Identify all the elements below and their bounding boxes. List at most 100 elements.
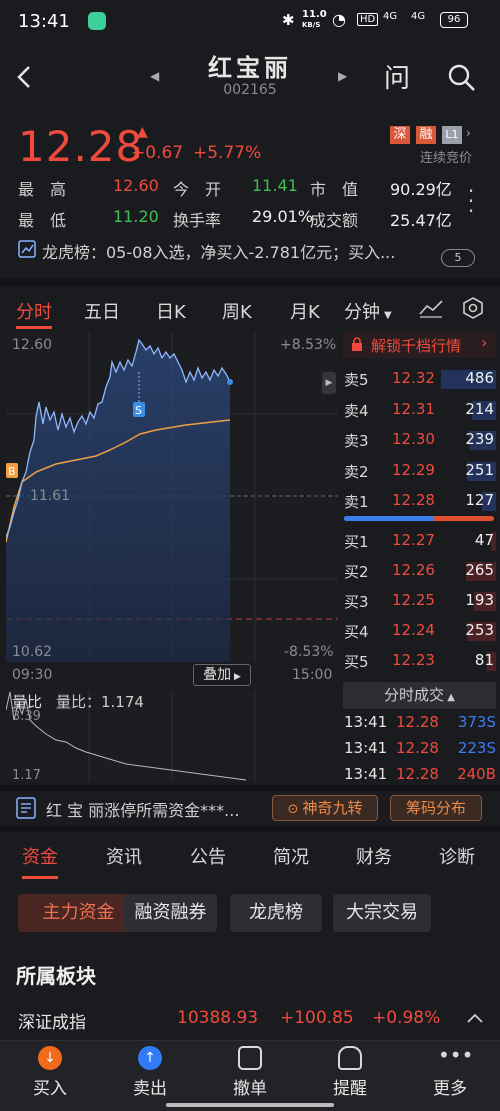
order-level-label: 卖2 — [344, 462, 369, 481]
chart-start-time: 09:30 — [12, 667, 53, 683]
bid-row[interactable]: 买2 12.26 265 — [344, 556, 496, 586]
battery-icon: 96 — [440, 12, 468, 28]
unlock-banner[interactable]: 解锁千档行情 › — [343, 332, 496, 358]
nav-cancel-order[interactable]: 撤单 — [200, 1046, 300, 1099]
nav-more[interactable]: ••• 更多 — [400, 1045, 500, 1099]
nav-label: 买入 — [33, 1079, 67, 1099]
trend-chart-icon — [18, 240, 36, 258]
order-volume: 214 — [465, 399, 494, 418]
market-badge: 深 — [390, 126, 410, 144]
stock-name: 红宝丽 — [208, 54, 292, 82]
more-vertical-icon[interactable]: · · · — [466, 181, 476, 221]
ask-row[interactable]: 卖5 12.32 486 — [344, 364, 496, 394]
info-tab[interactable]: 财务 — [356, 843, 392, 869]
bid-row[interactable]: 买4 12.24 253 — [344, 616, 496, 646]
nav-label: 撤单 — [233, 1079, 267, 1099]
info-tab[interactable]: 简况 — [273, 843, 309, 869]
chevron-right-icon[interactable]: › — [466, 126, 471, 140]
magic-nine-button[interactable]: ⊙ 神奇九转 — [272, 795, 378, 821]
bid-row[interactable]: 买5 12.23 81 — [344, 646, 496, 676]
draw-line-icon[interactable] — [418, 298, 444, 318]
nav-buy[interactable]: ↓ 买入 — [0, 1046, 100, 1099]
divider — [0, 826, 500, 832]
order-level-label: 卖4 — [344, 401, 369, 420]
trade-price: 12.28 — [396, 765, 439, 783]
order-volume: 127 — [465, 491, 494, 509]
sector-row[interactable]: 深证成指 10388.93 +100.85 +0.98% — [0, 998, 500, 1042]
nav-label: 提醒 — [333, 1079, 367, 1099]
level-badge: L1 — [442, 126, 462, 144]
back-icon[interactable] — [14, 64, 34, 90]
stat-value: 90.29亿 — [390, 180, 452, 199]
next-stock-icon[interactable]: ▶ — [338, 69, 347, 83]
stat-label: 市 值 — [310, 180, 359, 199]
search-icon[interactable] — [448, 64, 476, 92]
ask-row[interactable]: 卖4 12.31 214 — [344, 395, 496, 425]
info-tab[interactable]: 公告 — [190, 843, 226, 869]
info-tab[interactable]: 资讯 — [106, 843, 142, 869]
trade-price: 12.28 — [396, 713, 439, 731]
ask-row[interactable]: 卖3 12.30 239 — [344, 425, 496, 455]
chart-top-pct: +8.53% — [280, 337, 337, 353]
buy-icon: ↓ — [38, 1046, 62, 1070]
nav-label: 卖出 — [133, 1079, 167, 1099]
settings-hex-icon[interactable] — [461, 296, 485, 320]
tab-intraday[interactable]: 分时 — [16, 298, 52, 324]
lhb-summary[interactable]: 龙虎榜：05-08入选，净买入-2.781亿元；买入... — [42, 239, 422, 263]
prev-stock-icon[interactable]: ◀ — [150, 69, 159, 83]
document-icon — [16, 797, 36, 819]
order-level-label: 买3 — [344, 593, 369, 611]
order-level-label: 买5 — [344, 653, 369, 671]
dropdown-icon: ▼ — [384, 310, 392, 321]
volume-ratio-bottom: 1.17 — [12, 768, 41, 783]
tab-five-day[interactable]: 五日 — [84, 298, 120, 324]
chip-distribution-button[interactable]: 筹码分布 — [390, 795, 482, 821]
ask-button[interactable]: 问 — [384, 58, 410, 95]
info-tab[interactable]: 诊断 — [439, 843, 475, 869]
ask-row[interactable]: 卖2 12.29 251 — [344, 456, 496, 486]
order-level-label: 卖5 — [344, 371, 369, 389]
expand-right-icon[interactable]: ▶ — [322, 372, 336, 394]
sell-icon: ↑ — [138, 1046, 162, 1070]
lhb-count-badge[interactable]: 5 — [441, 249, 475, 267]
stat-value: 12.60 — [113, 176, 159, 195]
stat-value: 29.01% — [252, 207, 314, 226]
overlay-button[interactable]: 叠加 ▶ — [193, 664, 251, 686]
trade-row: 13:41 12.28 223S — [344, 739, 496, 763]
chevron-up-icon[interactable] — [466, 1012, 484, 1024]
bid-row[interactable]: 买1 12.27 47 — [344, 526, 496, 556]
hd-icon: HD — [357, 13, 379, 26]
buy-marker-label: B — [8, 465, 16, 478]
trade-ticker-title: 分时成交 — [384, 686, 445, 704]
trade-ticker-header[interactable]: 分时成交 ▲ — [343, 682, 496, 709]
tab-monthly-k[interactable]: 月K — [290, 298, 320, 324]
divider — [0, 785, 500, 791]
order-price: 12.23 — [392, 651, 435, 669]
bid-row[interactable]: 买3 12.25 193 — [344, 586, 496, 616]
stat-value: 11.41 — [252, 176, 298, 195]
tab-minute[interactable]: 分钟 ▼ — [344, 298, 392, 324]
order-volume: 265 — [465, 561, 494, 579]
nav-sell[interactable]: ↑ 卖出 — [100, 1046, 200, 1099]
order-price: 12.24 — [392, 621, 435, 639]
order-level-label: 买4 — [344, 623, 369, 641]
buy-ratio-fill — [344, 516, 434, 521]
signal-icon-1: 4G — [383, 11, 398, 22]
tab-daily-k[interactable]: 日K — [156, 298, 186, 324]
tab-weekly-k[interactable]: 周K — [222, 298, 252, 324]
fund-tab[interactable]: 主力资金 — [18, 894, 139, 932]
fund-tab[interactable]: 融资融券 — [124, 894, 217, 932]
nav-bell[interactable]: 提醒 — [300, 1046, 400, 1099]
stat-value: 25.47亿 — [390, 211, 452, 230]
active-tab-indicator — [16, 326, 52, 329]
active-subtab-indicator — [22, 876, 58, 879]
info-tab[interactable]: 资金 — [22, 843, 58, 869]
wifi-icon: ◔ — [332, 10, 346, 29]
fund-tab[interactable]: 大宗交易 — [333, 894, 431, 932]
fund-tab[interactable]: 龙虎榜 — [230, 894, 322, 932]
trade-time: 13:41 — [344, 765, 388, 783]
ask-row[interactable]: 卖1 12.28 127 — [344, 486, 496, 516]
stat-label: 今 开 — [173, 180, 222, 199]
news-headline[interactable]: 红 宝 丽涨停所需资金***... — [46, 797, 260, 821]
order-volume: 47 — [474, 531, 494, 549]
